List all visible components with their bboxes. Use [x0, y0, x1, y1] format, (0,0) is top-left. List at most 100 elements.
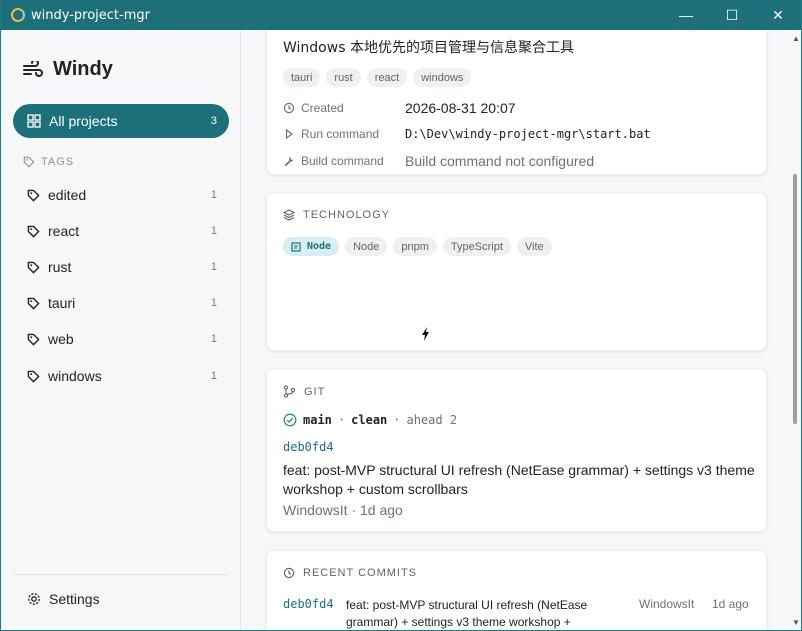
- project-tag[interactable]: react: [366, 68, 408, 87]
- project-tag-list: tauri rust react windows: [283, 68, 472, 87]
- recent-commits-card: RECENT COMMITS deb0fd4 feat: post-MVP st…: [266, 550, 767, 630]
- mouse-cursor-icon: [422, 327, 429, 341]
- commit-time: 1d ago: [712, 597, 749, 611]
- title-bar[interactable]: windy-project-mgr — ☐ ✕: [1, 0, 801, 30]
- project-detail: Windows 本地优先的项目管理与信息聚合工具 tauri rust reac…: [242, 30, 801, 630]
- sidebar-item-tag-web[interactable]: web 1: [13, 324, 229, 354]
- tag-count: 1: [210, 297, 217, 309]
- sidebar-item-tag-tauri[interactable]: tauri 1: [13, 288, 229, 318]
- tag-icon: [27, 370, 40, 383]
- layers-icon: [283, 209, 295, 221]
- tags-heading: TAGS: [23, 156, 74, 168]
- tech-chip[interactable]: Node: [345, 237, 388, 256]
- meta-created: Created 2026-08-31 20:07: [283, 100, 516, 116]
- tech-chip[interactable]: TypeScript: [442, 237, 511, 256]
- technology-heading: TECHNOLOGY: [283, 209, 390, 221]
- build-command-value: Build command not configured: [405, 153, 595, 169]
- git-card: GIT main · clean · ahead 2 deb0fd4 feat:…: [266, 368, 767, 532]
- git-branch-icon: [283, 385, 296, 398]
- wind-icon: [23, 60, 43, 77]
- run-command-value[interactable]: D:\Dev\windy-project-mgr\start.bat: [405, 127, 651, 141]
- scroll-up-arrow-icon[interactable]: ▲: [792, 34, 800, 43]
- sidebar-item-label: All projects: [49, 113, 118, 129]
- minimize-button[interactable]: —: [663, 0, 709, 30]
- history-icon: [283, 567, 295, 579]
- play-icon: [285, 128, 294, 140]
- tech-chip[interactable]: Vite: [516, 237, 552, 256]
- sidebar-item-all-projects[interactable]: All projects 3: [13, 104, 229, 138]
- settings-label: Settings: [49, 591, 100, 607]
- tag-label: tauri: [48, 295, 76, 311]
- recent-commits-heading-label: RECENT COMMITS: [303, 567, 418, 579]
- commit-message: feat: post-MVP structural UI refresh (Ne…: [283, 462, 755, 497]
- sidebar-item-tag-react[interactable]: react 1: [13, 216, 229, 246]
- maximize-button[interactable]: ☐: [709, 0, 755, 30]
- scroll-thumb[interactable]: [793, 174, 797, 424]
- technology-chip-list: Node Node pnpm TypeScript Vite: [283, 237, 552, 256]
- recent-commits-heading: RECENT COMMITS: [283, 567, 417, 579]
- commit-author-time: WindowsIt · 1d ago: [283, 502, 403, 518]
- close-button[interactable]: ✕: [755, 0, 801, 30]
- sidebar-item-tag-windows[interactable]: windows 1: [13, 361, 229, 391]
- tags-heading-label: TAGS: [41, 156, 75, 168]
- project-tag[interactable]: rust: [326, 68, 361, 87]
- technology-heading-label: TECHNOLOGY: [303, 209, 391, 221]
- grid-icon: [27, 114, 41, 128]
- commit-hash[interactable]: deb0fd4: [283, 597, 334, 611]
- history-icon: [283, 102, 295, 114]
- sidebar-divider: [13, 574, 229, 575]
- tag-count: 1: [210, 225, 217, 237]
- tag-label: rust: [48, 259, 72, 275]
- wrench-icon: [284, 156, 294, 167]
- file-icon: [291, 241, 301, 252]
- git-ahead: ahead 2: [406, 413, 458, 427]
- gear-icon: [28, 593, 40, 605]
- tag-icon: [27, 333, 40, 346]
- check-circle-icon: [283, 413, 297, 427]
- tag-icon: [27, 225, 40, 238]
- tag-label: edited: [48, 187, 87, 203]
- separator: ·: [393, 413, 401, 427]
- separator: ·: [337, 413, 346, 427]
- sidebar-item-tag-edited[interactable]: edited 1: [13, 180, 229, 210]
- window-title: windy-project-mgr: [31, 7, 150, 23]
- project-overview-card: Windows 本地优先的项目管理与信息聚合工具 tauri rust reac…: [266, 30, 767, 175]
- tag-icon: [27, 297, 40, 310]
- tag-count: 1: [210, 261, 217, 273]
- git-branch-name: main: [303, 413, 332, 427]
- tag-label: react: [48, 223, 80, 239]
- app-window: windy-project-mgr — ☐ ✕ Windy All projec…: [1, 0, 801, 630]
- project-description: Windows 本地优先的项目管理与信息聚合工具: [283, 40, 574, 56]
- sidebar-item-count: 3: [210, 115, 217, 127]
- tag-icon: [27, 189, 40, 202]
- tag-label: windows: [48, 368, 102, 384]
- scrollbar[interactable]: ▲ ▼: [789, 30, 801, 630]
- sidebar: Windy All projects 3 TAGS edited 1 react…: [1, 30, 241, 630]
- tag-label: web: [48, 331, 74, 347]
- tech-chip-primary[interactable]: Node: [283, 237, 340, 256]
- tag-count: 1: [210, 370, 217, 382]
- scroll-down-arrow-icon[interactable]: ▼: [792, 618, 800, 627]
- project-tag[interactable]: tauri: [283, 68, 321, 87]
- meta-build-command: Build command Build command not configur…: [283, 153, 594, 169]
- tag-count: 1: [210, 333, 217, 345]
- commit-hash[interactable]: deb0fd4: [283, 440, 334, 454]
- tag-icon: [23, 156, 35, 168]
- tech-chip[interactable]: pnpm: [393, 237, 437, 256]
- tag-count: 1: [210, 189, 217, 201]
- tech-chip-label: Node: [307, 241, 332, 252]
- technology-card: TECHNOLOGY Node Node pnpm TypeScript Vit…: [266, 192, 767, 351]
- git-status: main · clean · ahead 2: [283, 413, 457, 427]
- settings-button[interactable]: Settings: [13, 584, 229, 614]
- meta-label: Build command: [301, 154, 384, 168]
- meta-label: Created: [301, 101, 344, 115]
- meta-label: Run command: [301, 127, 380, 141]
- brand-name: Windy: [53, 58, 113, 80]
- project-tag[interactable]: windows: [413, 68, 472, 87]
- sidebar-item-tag-rust[interactable]: rust 1: [13, 252, 229, 282]
- created-value: 2026-08-31 20:07: [405, 100, 516, 116]
- git-state: clean: [351, 413, 388, 427]
- brand: Windy: [23, 58, 113, 81]
- meta-run-command: Run command D:\Dev\windy-project-mgr\sta…: [283, 127, 651, 141]
- app-logo-icon: [11, 8, 25, 22]
